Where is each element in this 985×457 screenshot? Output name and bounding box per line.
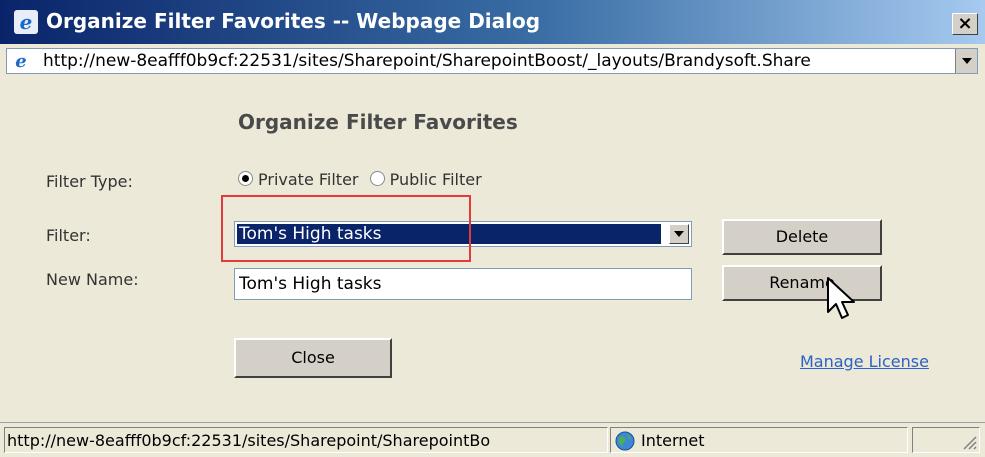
status-panel-empty — [912, 427, 980, 453]
radio-private-label: Private Filter — [258, 170, 359, 189]
globe-icon — [615, 431, 635, 451]
svg-text:e: e — [20, 10, 33, 34]
status-bar: http://new-8eafff0b9cf:22531/sites/Share… — [0, 422, 985, 457]
new-name-input[interactable] — [234, 268, 692, 300]
filter-type-radio-group: Private Filter Public Filter — [238, 170, 488, 189]
window-title: Organize Filter Favorites -- Webpage Dia… — [46, 9, 541, 33]
status-url: http://new-8eafff0b9cf:22531/sites/Share… — [4, 427, 608, 453]
chevron-down-icon — [674, 231, 684, 237]
svg-text:e: e — [15, 51, 26, 71]
manage-license-link[interactable]: Manage License — [800, 352, 929, 371]
radio-private-filter[interactable]: Private Filter — [238, 170, 359, 189]
new-name-label: New Name: — [46, 270, 139, 289]
filter-dropdown-button[interactable] — [669, 224, 689, 244]
radio-public-filter[interactable]: Public Filter — [369, 170, 482, 189]
address-dropdown-button[interactable] — [955, 49, 977, 73]
radio-public-label: Public Filter — [389, 170, 482, 189]
title-bar[interactable]: e Organize Filter Favorites -- Webpage D… — [0, 0, 985, 44]
radio-button[interactable] — [369, 171, 385, 186]
radio-button-checked[interactable] — [238, 171, 253, 186]
page-title: Organize Filter Favorites — [238, 110, 518, 134]
resize-grip-icon[interactable] — [959, 432, 977, 450]
internet-explorer-icon: e — [14, 10, 38, 34]
page-icon: e — [15, 51, 26, 71]
filter-type-label: Filter Type: — [46, 172, 133, 191]
close-window-button[interactable]: × — [952, 13, 978, 35]
chevron-down-icon — [961, 58, 972, 64]
mouse-pointer-icon — [827, 277, 855, 319]
filter-label: Filter: — [46, 226, 91, 245]
annotation-highlight-box — [221, 195, 471, 262]
delete-button[interactable]: Delete — [722, 219, 882, 255]
address-bar[interactable]: e http://new-8eafff0b9cf:22531/sites/Sha… — [6, 48, 978, 74]
close-button[interactable]: Close — [234, 338, 392, 378]
zone-label: Internet — [641, 431, 705, 450]
webpage-dialog-window: e Organize Filter Favorites -- Webpage D… — [0, 0, 985, 457]
address-url: http://new-8eafff0b9cf:22531/sites/Share… — [43, 51, 811, 71]
status-zone: Internet — [610, 427, 908, 453]
